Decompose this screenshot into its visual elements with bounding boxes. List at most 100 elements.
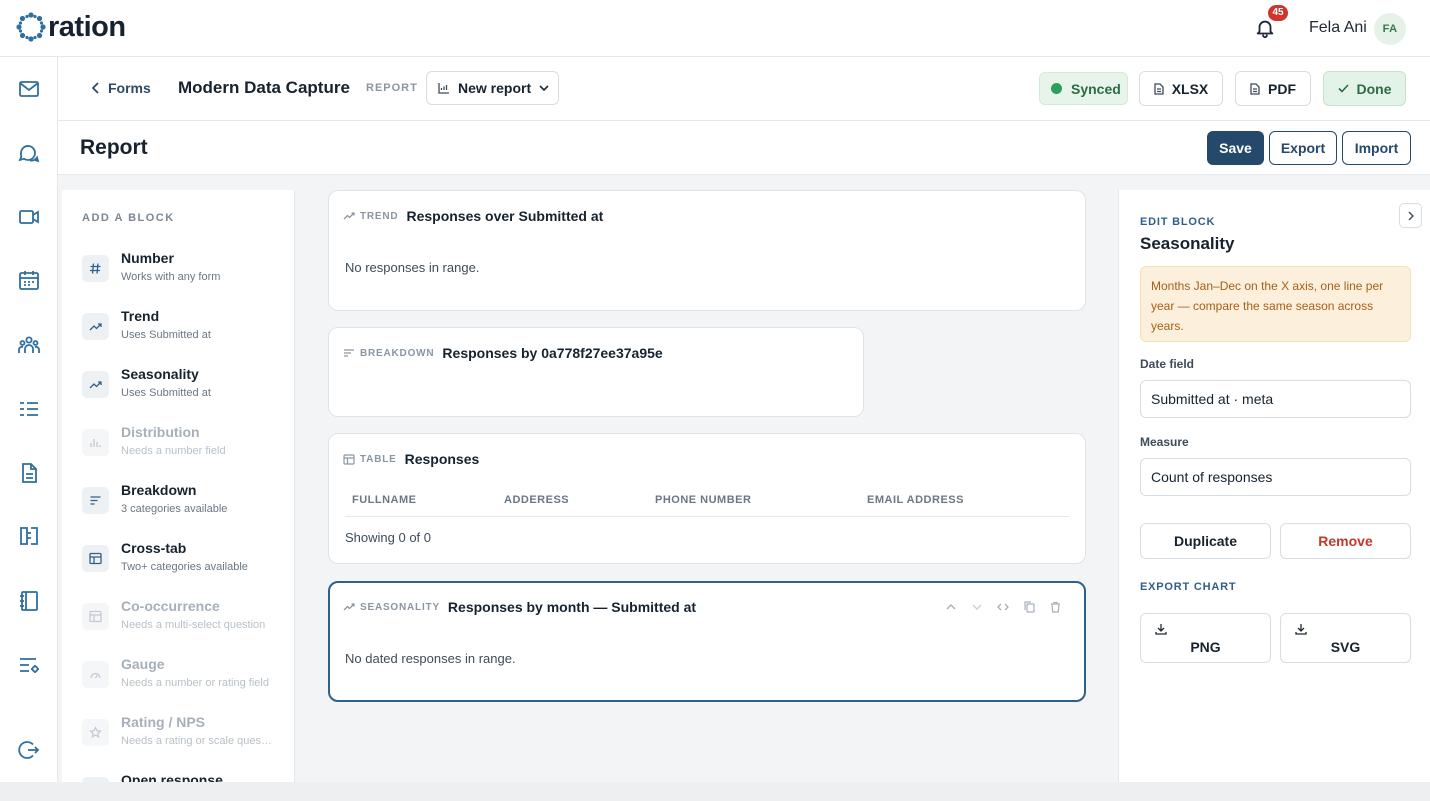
palette-item-seasonality[interactable]: Seasonality Uses Submitted at — [82, 366, 282, 416]
trend-icon — [82, 371, 109, 398]
code-icon[interactable] — [990, 599, 1016, 615]
palette-item-desc: Uses Submitted at — [121, 387, 211, 399]
done-button[interactable]: Done — [1323, 71, 1406, 106]
palette-item-breakdown[interactable]: Breakdown 3 categories available — [82, 482, 282, 532]
palette-item-cross-tab[interactable]: Cross-tab Two+ categories available — [82, 540, 282, 590]
move-down-icon[interactable] — [964, 599, 990, 615]
file-icon — [1154, 82, 1164, 95]
download-icon — [1295, 624, 1307, 635]
chevron-right-icon — [1408, 211, 1414, 220]
document-icon[interactable] — [17, 461, 41, 485]
block-title: Responses by month — Submitted at — [447, 599, 697, 615]
chat-icon[interactable] — [17, 141, 41, 165]
table-block[interactable]: TABLE Responses FULLNAME ADDERESS PHONE … — [328, 433, 1086, 564]
palette-item-name: Cross-tab — [121, 540, 187, 556]
check-icon — [1337, 84, 1349, 93]
palette-item-distribution: Distribution Needs a number field — [82, 424, 282, 474]
trend-block[interactable]: TREND Responses over Submitted at No res… — [328, 190, 1086, 311]
video-icon[interactable] — [17, 205, 41, 229]
top-bar: ration 45 Fela Ani FA — [0, 0, 1430, 57]
measure-label: Measure — [1140, 435, 1189, 449]
left-nav-rail — [0, 57, 58, 782]
avatar[interactable]: FA — [1374, 13, 1406, 45]
file-icon — [1250, 82, 1260, 95]
date-field-select[interactable]: Submitted at · meta — [1140, 380, 1411, 418]
column-header[interactable]: EMAIL ADDRESS — [867, 494, 964, 506]
report-select[interactable]: New report — [426, 71, 559, 105]
palette-item-name: Trend — [121, 308, 160, 324]
block-kind-label: TABLE — [360, 453, 397, 465]
logo[interactable]: ration — [16, 11, 126, 43]
logout-icon[interactable] — [17, 738, 41, 762]
edit-block-title: Seasonality — [1140, 234, 1235, 253]
export-png-button[interactable]: PNG — [1140, 613, 1271, 663]
block-kind-label: SEASONALITY — [360, 601, 440, 613]
notebook-icon[interactable] — [17, 589, 41, 613]
palette-item-desc: Needs a number or rating field — [121, 677, 269, 689]
palette-item-number[interactable]: Number Works with any form — [82, 250, 282, 300]
chart-icon — [438, 83, 449, 94]
block-kind-label: BREAKDOWN — [360, 347, 435, 359]
logo-text: ration — [48, 11, 126, 43]
histogram-icon — [82, 429, 109, 456]
breakdown-block[interactable]: BREAKDOWN Responses by 0a778f27ee37a95e — [328, 327, 864, 417]
team-icon[interactable] — [17, 333, 41, 357]
table-icon — [82, 603, 109, 630]
palette-item-desc: Two+ categories available — [121, 561, 248, 573]
measure-select[interactable]: Count of responses — [1140, 458, 1411, 496]
back-link-label: Forms — [108, 80, 151, 96]
block-kind-label: TREND — [360, 210, 399, 222]
bars-icon — [344, 349, 354, 357]
table-icon — [343, 453, 355, 465]
palette-item-desc: Needs a number field — [121, 445, 226, 457]
palette-item-co-occurrence: Co-occurrence Needs a multi-select quest… — [82, 598, 282, 648]
mail-icon[interactable] — [17, 77, 41, 101]
calendar-icon[interactable] — [17, 268, 41, 292]
seasonality-block[interactable]: SEASONALITY Responses by month — Submitt… — [328, 581, 1086, 702]
block-title: Responses by 0a778f27ee37a95e — [442, 345, 663, 361]
column-header[interactable]: PHONE NUMBER — [655, 494, 751, 506]
dictionary-icon[interactable] — [17, 524, 41, 548]
synced-label: Synced — [1071, 80, 1121, 97]
column-header[interactable]: FULLNAME — [352, 494, 417, 506]
palette-item-open-response[interactable]: Open response — [82, 772, 282, 782]
duplicate-button[interactable]: Duplicate — [1140, 523, 1271, 559]
user-name[interactable]: Fela Ani — [1309, 19, 1367, 37]
xlsx-button[interactable]: XLSX — [1139, 71, 1223, 106]
collapse-panel-button[interactable] — [1399, 203, 1422, 228]
copy-icon[interactable] — [1016, 599, 1042, 615]
bottom-strip — [0, 782, 1430, 801]
trash-icon[interactable] — [1042, 599, 1068, 615]
block-toolbar — [938, 599, 1068, 615]
palette-item-name: Seasonality — [121, 366, 199, 382]
hash-icon — [82, 255, 109, 282]
trend-icon — [343, 212, 355, 220]
chevron-left-icon — [92, 82, 99, 94]
page-title: Report — [80, 136, 148, 159]
palette-item-trend[interactable]: Trend Uses Submitted at — [82, 308, 282, 358]
export-svg-button[interactable]: SVG — [1280, 613, 1411, 663]
block-hint: Months Jan–Dec on the X axis, one line p… — [1140, 266, 1411, 342]
bars-icon — [82, 487, 109, 514]
palette-item-name: Number — [121, 250, 174, 266]
move-up-icon[interactable] — [938, 599, 964, 615]
block-palette: ADD A BLOCK Number Works with any form T… — [62, 190, 295, 782]
download-icon — [1155, 624, 1167, 635]
pdf-button[interactable]: PDF — [1235, 71, 1311, 106]
form-title: Modern Data Capture — [178, 78, 350, 97]
list-icon[interactable] — [17, 397, 41, 421]
save-button[interactable]: Save — [1207, 131, 1264, 165]
table-header-row: FULLNAME ADDERESS PHONE NUMBER EMAIL ADD… — [345, 492, 1069, 517]
column-header[interactable]: ADDERESS — [504, 494, 569, 506]
palette-heading: ADD A BLOCK — [82, 212, 175, 224]
settings-list-icon[interactable] — [17, 653, 41, 677]
back-to-forms-link[interactable]: Forms — [92, 80, 151, 96]
palette-item-name: Open response — [121, 772, 223, 782]
export-button[interactable]: Export — [1269, 131, 1337, 165]
palette-item-desc: Needs a rating or scale question — [121, 735, 273, 747]
pdf-label: PDF — [1268, 80, 1296, 97]
remove-button[interactable]: Remove — [1280, 523, 1411, 559]
import-button[interactable]: Import — [1342, 131, 1411, 165]
block-title: Responses over Submitted at — [406, 208, 604, 224]
table-icon — [82, 545, 109, 572]
